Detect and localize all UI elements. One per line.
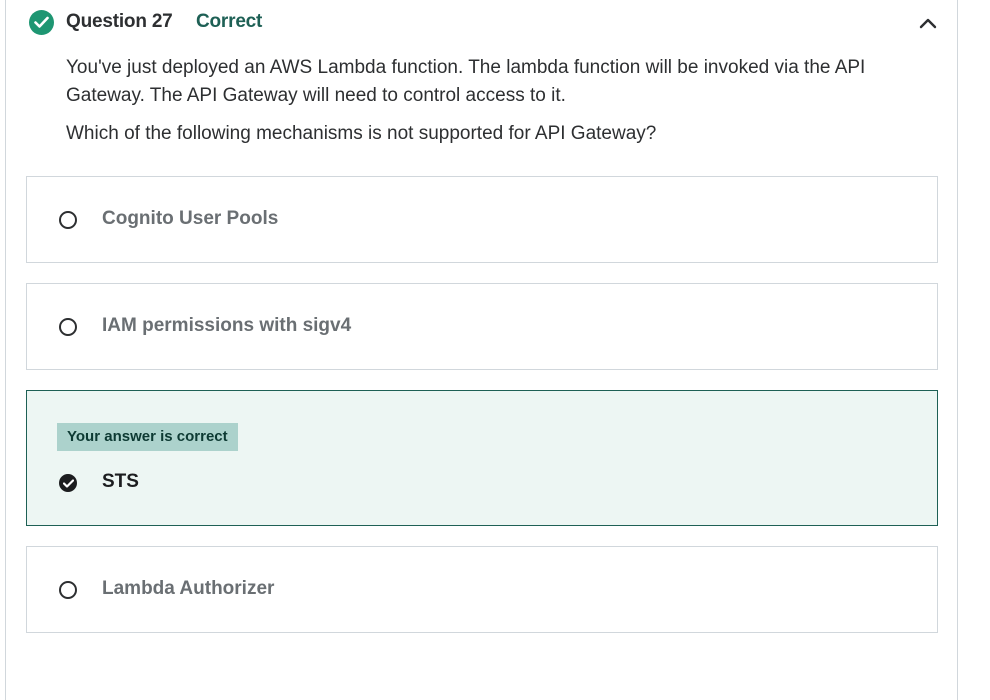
chevron-up-icon[interactable] bbox=[917, 12, 939, 34]
question-panel: Question 27 Correct You've just deployed… bbox=[5, 0, 958, 700]
prompt-question: Which of the following mechanisms is not… bbox=[66, 123, 657, 144]
option-label: Cognito User Pools bbox=[102, 208, 279, 229]
option-label: IAM permissions with sigv4 bbox=[102, 315, 352, 336]
radio-button[interactable] bbox=[59, 318, 77, 336]
answer-option-1[interactable]: Cognito User Pools bbox=[26, 176, 938, 263]
answer-option-2[interactable]: IAM permissions with sigv4 bbox=[26, 283, 938, 370]
option-label: Lambda Authorizer bbox=[102, 578, 275, 599]
correct-answer-badge: Your answer is correct bbox=[57, 423, 238, 451]
radio-button[interactable] bbox=[59, 581, 77, 599]
radio-checked-icon[interactable] bbox=[59, 474, 77, 492]
radio-button[interactable] bbox=[59, 211, 77, 229]
question-prompt: You've just deployed an AWS Lambda funct… bbox=[66, 54, 926, 158]
question-number: Question 27 bbox=[66, 11, 173, 32]
option-label: STS bbox=[102, 471, 139, 492]
question-status: Correct bbox=[196, 11, 263, 32]
answer-option-4[interactable]: Lambda Authorizer bbox=[26, 546, 938, 633]
question-header[interactable]: Question 27 Correct bbox=[6, 0, 957, 44]
prompt-text: You've just deployed an AWS Lambda funct… bbox=[66, 57, 866, 106]
answer-option-3[interactable]: Your answer is correct STS bbox=[26, 390, 938, 526]
check-circle-icon bbox=[29, 10, 54, 35]
